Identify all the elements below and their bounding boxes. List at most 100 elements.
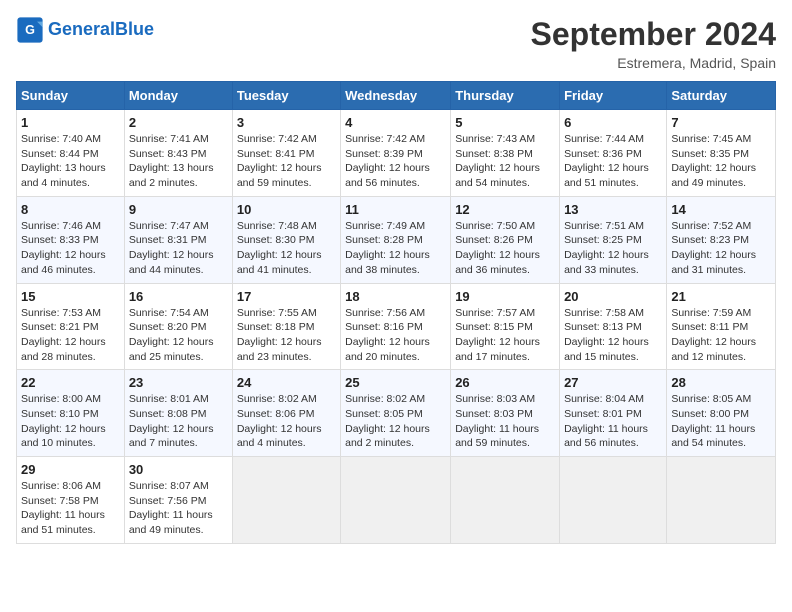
day-info: Sunrise: 7:52 AMSunset: 8:23 PMDaylight:… [671,219,771,278]
calendar-week-4: 22 Sunrise: 8:00 AMSunset: 8:10 PMDaylig… [17,370,776,457]
day-info: Sunrise: 7:50 AMSunset: 8:26 PMDaylight:… [455,219,555,278]
calendar-cell: 6 Sunrise: 7:44 AMSunset: 8:36 PMDayligh… [560,110,667,197]
day-info: Sunrise: 8:02 AMSunset: 8:06 PMDaylight:… [237,392,336,451]
day-number: 6 [564,115,662,130]
day-header-monday: Monday [124,82,232,110]
calendar-cell: 13 Sunrise: 7:51 AMSunset: 8:25 PMDaylig… [560,196,667,283]
day-number: 17 [237,289,336,304]
day-info: Sunrise: 7:43 AMSunset: 8:38 PMDaylight:… [455,132,555,191]
day-number: 5 [455,115,555,130]
day-number: 13 [564,202,662,217]
day-info: Sunrise: 8:04 AMSunset: 8:01 PMDaylight:… [564,392,662,451]
calendar-cell: 29 Sunrise: 8:06 AMSunset: 7:58 PMDaylig… [17,457,125,544]
day-info: Sunrise: 7:41 AMSunset: 8:43 PMDaylight:… [129,132,228,191]
day-info: Sunrise: 8:01 AMSunset: 8:08 PMDaylight:… [129,392,228,451]
calendar-cell: 4 Sunrise: 7:42 AMSunset: 8:39 PMDayligh… [341,110,451,197]
day-number: 27 [564,375,662,390]
day-header-sunday: Sunday [17,82,125,110]
calendar-cell: 14 Sunrise: 7:52 AMSunset: 8:23 PMDaylig… [667,196,776,283]
logo-text: GeneralBlue [48,20,154,40]
day-number: 1 [21,115,120,130]
calendar-cell: 16 Sunrise: 7:54 AMSunset: 8:20 PMDaylig… [124,283,232,370]
calendar-cell: 2 Sunrise: 7:41 AMSunset: 8:43 PMDayligh… [124,110,232,197]
calendar-cell: 8 Sunrise: 7:46 AMSunset: 8:33 PMDayligh… [17,196,125,283]
calendar-cell: 25 Sunrise: 8:02 AMSunset: 8:05 PMDaylig… [341,370,451,457]
day-info: Sunrise: 8:03 AMSunset: 8:03 PMDaylight:… [455,392,555,451]
day-number: 26 [455,375,555,390]
day-number: 21 [671,289,771,304]
day-number: 10 [237,202,336,217]
day-number: 16 [129,289,228,304]
calendar-cell [560,457,667,544]
day-info: Sunrise: 8:02 AMSunset: 8:05 PMDaylight:… [345,392,446,451]
day-number: 23 [129,375,228,390]
calendar-cell: 3 Sunrise: 7:42 AMSunset: 8:41 PMDayligh… [232,110,340,197]
day-info: Sunrise: 8:06 AMSunset: 7:58 PMDaylight:… [21,479,120,538]
day-info: Sunrise: 7:58 AMSunset: 8:13 PMDaylight:… [564,306,662,365]
location: Estremera, Madrid, Spain [531,55,776,71]
calendar-week-1: 1 Sunrise: 7:40 AMSunset: 8:44 PMDayligh… [17,110,776,197]
calendar-week-5: 29 Sunrise: 8:06 AMSunset: 7:58 PMDaylig… [17,457,776,544]
day-header-wednesday: Wednesday [341,82,451,110]
logo-icon: G [16,16,44,44]
calendar-cell: 23 Sunrise: 8:01 AMSunset: 8:08 PMDaylig… [124,370,232,457]
day-info: Sunrise: 7:47 AMSunset: 8:31 PMDaylight:… [129,219,228,278]
calendar-cell: 15 Sunrise: 7:53 AMSunset: 8:21 PMDaylig… [17,283,125,370]
day-info: Sunrise: 7:49 AMSunset: 8:28 PMDaylight:… [345,219,446,278]
day-info: Sunrise: 8:00 AMSunset: 8:10 PMDaylight:… [21,392,120,451]
day-info: Sunrise: 8:07 AMSunset: 7:56 PMDaylight:… [129,479,228,538]
day-info: Sunrise: 7:48 AMSunset: 8:30 PMDaylight:… [237,219,336,278]
day-info: Sunrise: 7:57 AMSunset: 8:15 PMDaylight:… [455,306,555,365]
calendar-cell: 1 Sunrise: 7:40 AMSunset: 8:44 PMDayligh… [17,110,125,197]
calendar-cell: 20 Sunrise: 7:58 AMSunset: 8:13 PMDaylig… [560,283,667,370]
day-header-friday: Friday [560,82,667,110]
day-info: Sunrise: 7:59 AMSunset: 8:11 PMDaylight:… [671,306,771,365]
day-info: Sunrise: 7:46 AMSunset: 8:33 PMDaylight:… [21,219,120,278]
calendar-header-row: SundayMondayTuesdayWednesdayThursdayFrid… [17,82,776,110]
calendar-cell [667,457,776,544]
day-header-tuesday: Tuesday [232,82,340,110]
calendar-cell: 17 Sunrise: 7:55 AMSunset: 8:18 PMDaylig… [232,283,340,370]
day-info: Sunrise: 7:45 AMSunset: 8:35 PMDaylight:… [671,132,771,191]
calendar-cell [341,457,451,544]
day-number: 9 [129,202,228,217]
calendar-cell: 26 Sunrise: 8:03 AMSunset: 8:03 PMDaylig… [451,370,560,457]
calendar-cell [451,457,560,544]
calendar-cell: 5 Sunrise: 7:43 AMSunset: 8:38 PMDayligh… [451,110,560,197]
day-number: 25 [345,375,446,390]
day-info: Sunrise: 7:53 AMSunset: 8:21 PMDaylight:… [21,306,120,365]
day-number: 24 [237,375,336,390]
calendar-week-2: 8 Sunrise: 7:46 AMSunset: 8:33 PMDayligh… [17,196,776,283]
calendar-cell: 27 Sunrise: 8:04 AMSunset: 8:01 PMDaylig… [560,370,667,457]
day-number: 22 [21,375,120,390]
calendar-cell: 21 Sunrise: 7:59 AMSunset: 8:11 PMDaylig… [667,283,776,370]
calendar-cell: 28 Sunrise: 8:05 AMSunset: 8:00 PMDaylig… [667,370,776,457]
calendar-table: SundayMondayTuesdayWednesdayThursdayFrid… [16,81,776,544]
day-info: Sunrise: 7:56 AMSunset: 8:16 PMDaylight:… [345,306,446,365]
day-number: 12 [455,202,555,217]
title-block: September 2024 Estremera, Madrid, Spain [531,16,776,71]
day-number: 2 [129,115,228,130]
day-info: Sunrise: 7:42 AMSunset: 8:41 PMDaylight:… [237,132,336,191]
day-info: Sunrise: 7:40 AMSunset: 8:44 PMDaylight:… [21,132,120,191]
calendar-cell: 19 Sunrise: 7:57 AMSunset: 8:15 PMDaylig… [451,283,560,370]
day-info: Sunrise: 7:42 AMSunset: 8:39 PMDaylight:… [345,132,446,191]
calendar-cell: 10 Sunrise: 7:48 AMSunset: 8:30 PMDaylig… [232,196,340,283]
logo: G GeneralBlue [16,16,154,44]
calendar-cell: 18 Sunrise: 7:56 AMSunset: 8:16 PMDaylig… [341,283,451,370]
calendar-cell: 7 Sunrise: 7:45 AMSunset: 8:35 PMDayligh… [667,110,776,197]
day-header-saturday: Saturday [667,82,776,110]
day-info: Sunrise: 7:54 AMSunset: 8:20 PMDaylight:… [129,306,228,365]
day-info: Sunrise: 8:05 AMSunset: 8:00 PMDaylight:… [671,392,771,451]
day-number: 11 [345,202,446,217]
calendar-cell: 30 Sunrise: 8:07 AMSunset: 7:56 PMDaylig… [124,457,232,544]
day-number: 18 [345,289,446,304]
day-number: 14 [671,202,771,217]
calendar-cell [232,457,340,544]
day-header-thursday: Thursday [451,82,560,110]
calendar-cell: 12 Sunrise: 7:50 AMSunset: 8:26 PMDaylig… [451,196,560,283]
day-number: 30 [129,462,228,477]
day-number: 29 [21,462,120,477]
page-header: G GeneralBlue September 2024 Estremera, … [16,16,776,71]
day-number: 19 [455,289,555,304]
